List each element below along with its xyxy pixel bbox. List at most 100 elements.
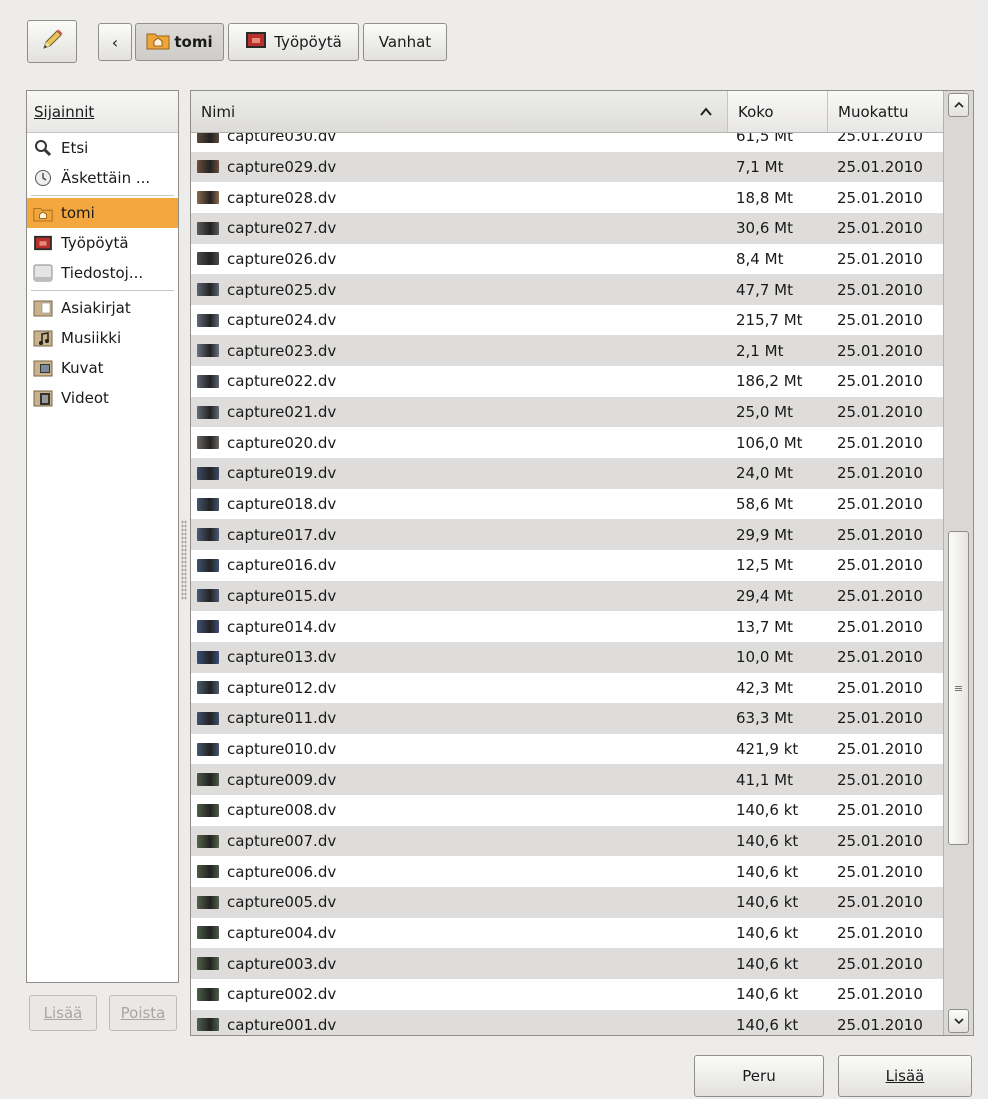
file-row[interactable]: capture021.dv 25,0 Mt 25.01.2010 <box>191 396 943 428</box>
file-modified-cell: 25.01.2010 <box>828 189 943 207</box>
file-name-cell: capture013.dv <box>191 648 728 666</box>
place-search[interactable]: Etsi <box>27 133 178 163</box>
file-size: 18,8 Mt <box>736 188 793 207</box>
place-pictures[interactable]: Kuvat <box>27 353 178 383</box>
add-place-label: Lisää <box>43 1004 83 1022</box>
file-name: capture019.dv <box>227 464 337 483</box>
file-size-cell: 18,8 Mt <box>728 182 828 213</box>
file-row[interactable]: capture030.dv 61,5 Mt 25.01.2010 <box>191 133 943 152</box>
pane-resize-handle[interactable] <box>181 520 187 600</box>
add-label: Lisää <box>885 1067 925 1085</box>
video-thumbnail-icon <box>197 742 219 756</box>
file-row[interactable]: capture018.dv 58,6 Mt 25.01.2010 <box>191 488 943 520</box>
video-thumbnail-icon <box>197 620 219 634</box>
file-row[interactable]: capture009.dv 41,1 Mt 25.01.2010 <box>191 764 943 796</box>
place-label: Äskettäin ... <box>61 169 151 187</box>
crumb-desktop[interactable]: Työpöytä <box>228 23 359 61</box>
file-size: 8,4 Mt <box>736 249 784 268</box>
file-row[interactable]: capture022.dv 186,2 Mt 25.01.2010 <box>191 366 943 397</box>
file-row[interactable]: capture027.dv 30,6 Mt 25.01.2010 <box>191 212 943 244</box>
file-modified-cell: 25.01.2010 <box>828 556 943 574</box>
file-row[interactable]: capture001.dv 140,6 kt 25.01.2010 <box>191 1009 943 1035</box>
file-row[interactable]: capture004.dv 140,6 kt 25.01.2010 <box>191 917 943 949</box>
scroll-up-button[interactable] <box>948 93 969 117</box>
remove-place-button[interactable]: Poista <box>109 995 177 1031</box>
file-row[interactable]: capture005.dv 140,6 kt 25.01.2010 <box>191 887 943 918</box>
cancel-button[interactable]: Peru <box>694 1055 824 1097</box>
file-size-cell: 140,6 kt <box>728 917 828 949</box>
file-row[interactable]: capture017.dv 29,9 Mt 25.01.2010 <box>191 519 943 550</box>
file-list-viewport: capture030.dv 61,5 Mt 25.01.2010 capture029… <box>191 133 943 1035</box>
place-filesystem[interactable]: Tiedostoj... <box>27 258 178 288</box>
file-row[interactable]: capture013.dv 10,0 Mt 25.01.2010 <box>191 641 943 673</box>
file-modified: 25.01.2010 <box>837 372 923 391</box>
file-row[interactable]: capture003.dv 140,6 kt 25.01.2010 <box>191 948 943 979</box>
file-name: capture011.dv <box>227 709 337 728</box>
video-thumbnail-icon <box>197 650 219 664</box>
file-name: capture003.dv <box>227 954 337 973</box>
file-name-cell: capture016.dv <box>191 556 728 574</box>
add-place-button[interactable]: Lisää <box>29 995 97 1031</box>
file-name: capture016.dv <box>227 556 337 575</box>
file-size: 47,7 Mt <box>736 280 793 299</box>
file-row[interactable]: capture011.dv 63,3 Mt 25.01.2010 <box>191 703 943 734</box>
places-header[interactable]: Sijainnit <box>27 91 178 133</box>
file-name-cell: capture005.dv <box>191 893 728 911</box>
file-row[interactable]: capture015.dv 29,4 Mt 25.01.2010 <box>191 580 943 612</box>
file-row[interactable]: capture019.dv 24,0 Mt 25.01.2010 <box>191 458 943 489</box>
scroll-down-button[interactable] <box>948 1009 969 1033</box>
place-videos[interactable]: Videot <box>27 383 178 413</box>
file-row[interactable]: capture020.dv 106,0 Mt 25.01.2010 <box>191 427 943 459</box>
file-list-header: Nimi Koko Muokattu <box>191 91 943 133</box>
file-modified-cell: 25.01.2010 <box>828 618 943 636</box>
file-row[interactable]: capture028.dv 18,8 Mt 25.01.2010 <box>191 182 943 213</box>
music-folder-icon <box>33 329 53 347</box>
place-home[interactable]: tomi <box>27 198 178 228</box>
file-row[interactable]: capture024.dv 215,7 Mt 25.01.2010 <box>191 304 943 336</box>
add-button[interactable]: Lisää <box>838 1055 972 1097</box>
place-desktop[interactable]: Työpöytä <box>27 228 178 258</box>
place-music[interactable]: Musiikki <box>27 323 178 353</box>
column-header-modified[interactable]: Muokattu <box>828 91 943 132</box>
file-size: 215,7 Mt <box>736 311 803 330</box>
pathbar-back-button[interactable]: ‹ <box>98 23 132 61</box>
file-size-cell: 63,3 Mt <box>728 703 828 734</box>
place-recent[interactable]: Äskettäin ... <box>27 163 178 193</box>
video-thumbnail-icon <box>197 895 219 909</box>
file-row[interactable]: capture014.dv 13,7 Mt 25.01.2010 <box>191 611 943 642</box>
file-name-cell: capture004.dv <box>191 924 728 942</box>
crumb-home[interactable]: tomi <box>135 23 224 61</box>
file-size-cell: 215,7 Mt <box>728 304 828 336</box>
file-row[interactable]: capture025.dv 47,7 Mt 25.01.2010 <box>191 274 943 305</box>
pictures-folder-icon <box>33 359 53 377</box>
scroll-thumb[interactable]: ≡ <box>948 531 969 845</box>
file-row[interactable]: capture002.dv 140,6 kt 25.01.2010 <box>191 978 943 1010</box>
file-row[interactable]: capture008.dv 140,6 kt 25.01.2010 <box>191 795 943 826</box>
column-header-name[interactable]: Nimi <box>191 91 728 132</box>
crumb-vanhat[interactable]: Vanhat <box>363 23 447 61</box>
file-name: capture013.dv <box>227 648 337 667</box>
place-documents[interactable]: Asiakirjat <box>27 293 178 323</box>
file-row[interactable]: capture012.dv 42,3 Mt 25.01.2010 <box>191 672 943 704</box>
file-row[interactable]: capture016.dv 12,5 Mt 25.01.2010 <box>191 549 943 581</box>
file-modified-cell: 25.01.2010 <box>828 1016 943 1034</box>
file-row[interactable]: capture029.dv 7,1 Mt 25.01.2010 <box>191 151 943 183</box>
file-modified-cell: 25.01.2010 <box>828 219 943 237</box>
file-size-cell: 10,0 Mt <box>728 641 828 673</box>
file-size: 29,9 Mt <box>736 525 793 544</box>
column-header-size[interactable]: Koko <box>728 91 828 132</box>
file-row[interactable]: capture010.dv 421,9 kt 25.01.2010 <box>191 733 943 765</box>
file-row[interactable]: capture006.dv 140,6 kt 25.01.2010 <box>191 856 943 888</box>
file-row[interactable]: capture007.dv 140,6 kt 25.01.2010 <box>191 825 943 857</box>
file-modified-cell: 25.01.2010 <box>828 893 943 911</box>
remove-place-label: Poista <box>120 1004 166 1022</box>
file-modified: 25.01.2010 <box>837 219 923 238</box>
file-name-cell: capture009.dv <box>191 771 728 789</box>
vertical-scrollbar[interactable]: ≡ <box>943 91 973 1035</box>
file-row[interactable]: capture023.dv 2,1 Mt 25.01.2010 <box>191 335 943 367</box>
file-modified: 25.01.2010 <box>837 188 923 207</box>
column-size-label: Koko <box>738 103 774 121</box>
file-row[interactable]: capture026.dv 8,4 Mt 25.01.2010 <box>191 243 943 275</box>
edit-location-button[interactable] <box>27 20 77 63</box>
file-name: capture005.dv <box>227 893 337 912</box>
